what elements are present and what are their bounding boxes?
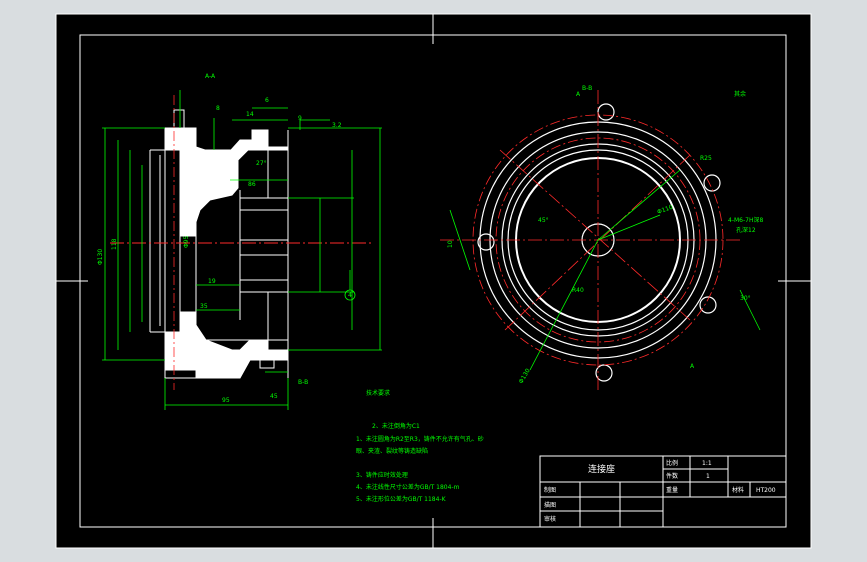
note-line-6: 5、未注形位公差为GB/T 1184-K: [356, 495, 447, 503]
part-name: 连接座: [588, 463, 615, 475]
dim-angle: 27°: [256, 160, 267, 167]
note-line-4: 3、铸件应时效处理: [356, 471, 408, 479]
material-label: 材料: [732, 486, 744, 494]
dim-45: 45: [270, 393, 278, 400]
scale-value: 1:1: [702, 460, 712, 467]
cad-drawing: A-A 6 14 9 8 27° 86 Φ95 Φ130 118 19 35 4…: [55, 13, 812, 549]
balloon-label: 4: [348, 292, 352, 299]
dim-130: Φ130: [97, 249, 104, 265]
note-line-2: 1、未注圆角为R2至R3，铸件不允许有气孔、砂: [356, 435, 484, 443]
note-line-3: 眼、夹渣、裂纹等铸造缺陷: [356, 447, 428, 455]
dim-14: 14: [246, 111, 254, 118]
dim-30deg: 30°: [740, 295, 751, 302]
dim-9: 9: [298, 115, 302, 122]
dim-118: 118: [111, 238, 118, 250]
weight-label: 重量: [666, 486, 678, 494]
section-label: A-A: [205, 73, 216, 80]
section-bb-label: B-B: [298, 379, 308, 386]
design-label: 描图: [544, 501, 556, 509]
dim-r25: R25: [700, 155, 712, 162]
note-line-1: 2、未注倒角为C1: [372, 422, 420, 430]
dim-19: 19: [208, 278, 216, 285]
plan-section-label: B-B: [582, 85, 592, 92]
drawn-label: 制图: [544, 486, 556, 494]
dim-holes2: 孔深12: [736, 226, 756, 234]
roughness-32: 3.2: [332, 122, 342, 129]
dim-holes: 4-M6-7H深8: [728, 216, 763, 224]
qty-value: 1: [706, 473, 710, 480]
scale-label: 比例: [666, 459, 678, 467]
dim-35: 35: [200, 303, 208, 310]
dim-8: 8: [216, 105, 220, 112]
dim-10: 10: [447, 240, 454, 248]
dim-95b: 95: [222, 397, 230, 404]
dim-6: 6: [265, 97, 269, 104]
roughness-other: 其余: [734, 90, 746, 98]
material-value: HT200: [756, 487, 776, 494]
notes-title: 技术要求: [366, 389, 390, 397]
dim-95: Φ95: [183, 235, 190, 248]
qty-label: 件数: [666, 472, 678, 480]
dim-86: 86: [248, 181, 256, 188]
check-label: 审核: [544, 515, 556, 523]
dim-45deg: 45°: [538, 217, 549, 224]
dim-r40: R40: [572, 287, 584, 294]
note-line-5: 4、未注线性尺寸公差为GB/T 1804-m: [356, 483, 460, 491]
